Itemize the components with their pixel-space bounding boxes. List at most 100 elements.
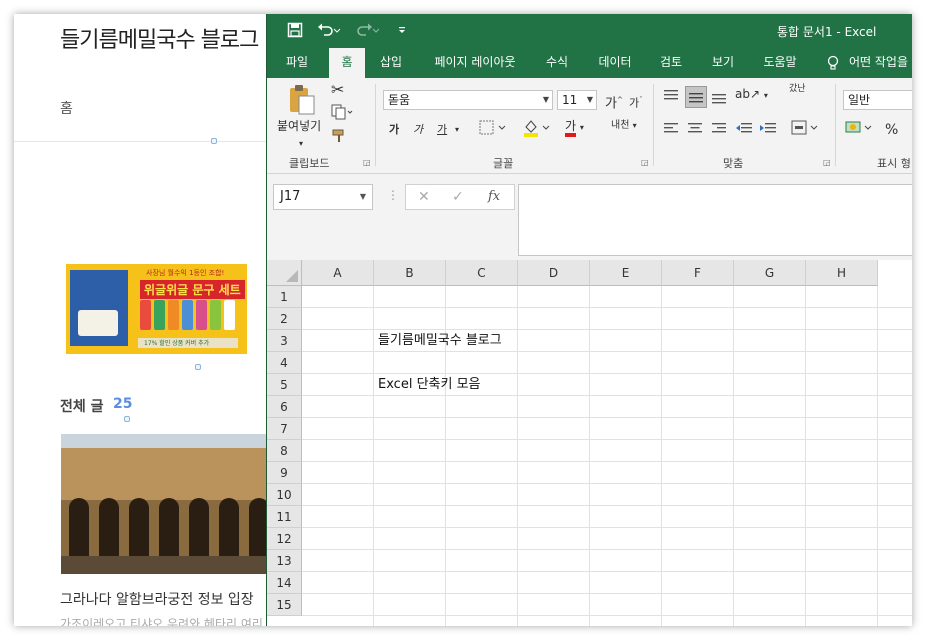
font-color-button[interactable]: 가 ▾ [565, 118, 584, 137]
tab-page-layout[interactable]: 페이지 레이아웃 [423, 48, 527, 78]
blog-home-link[interactable]: 홈 [60, 98, 73, 118]
window-title: 통합 문서1 - Excel [777, 25, 877, 39]
decrease-font-icon[interactable]: 가ˇ [629, 92, 643, 112]
font-name-combo[interactable]: 돋움 ▼ [383, 90, 553, 110]
row-header[interactable]: 8 [267, 440, 302, 462]
post-thumbnail[interactable] [61, 434, 274, 574]
column-header[interactable]: G [734, 260, 806, 286]
tab-help[interactable]: 도움말 [755, 48, 805, 78]
row-header[interactable]: 9 [267, 462, 302, 484]
name-box-value: J17 [280, 189, 301, 204]
row-header[interactable]: 5 [267, 374, 302, 396]
row-header[interactable]: 14 [267, 572, 302, 594]
cell-b3[interactable]: 들기름메밀국수 블로그 [378, 330, 502, 352]
orientation-icon[interactable]: ab↗ ▾ [735, 86, 768, 104]
format-painter-icon[interactable] [331, 128, 347, 149]
grid-row-line [302, 483, 912, 484]
row-header[interactable]: 3 [267, 330, 302, 352]
align-left-icon[interactable] [663, 122, 679, 141]
post-title[interactable]: 그라나다 알함브라궁전 정보 입장 [60, 589, 254, 609]
tab-insert[interactable]: 삽입 [371, 48, 411, 78]
formula-input[interactable] [518, 184, 912, 256]
customize-qat-icon[interactable] [397, 22, 407, 42]
row-header[interactable]: 12 [267, 528, 302, 550]
paste-dropdown-icon[interactable]: ▾ [299, 136, 303, 152]
tab-formulas[interactable]: 수식 [537, 48, 577, 78]
align-middle-button[interactable] [685, 86, 707, 108]
lightbulb-icon[interactable] [823, 48, 843, 78]
select-all-button[interactable] [267, 260, 302, 286]
row-header[interactable]: 4 [267, 352, 302, 374]
grid-row-line [302, 417, 912, 418]
tab-data[interactable]: 데이터 [591, 48, 639, 78]
align-top-icon[interactable] [663, 88, 679, 109]
currency-format-icon[interactable] [845, 120, 875, 141]
merge-center-icon[interactable] [791, 120, 821, 141]
banner-tagline: 사장님 월수익 1등인 조합! [146, 269, 225, 277]
column-header[interactable]: F [662, 260, 734, 286]
clipboard-launcher-icon[interactable]: ◲ [363, 158, 371, 167]
column-header[interactable]: B [374, 260, 446, 286]
row-header[interactable]: 10 [267, 484, 302, 506]
tab-file[interactable]: 파일 [275, 48, 319, 78]
blog-title[interactable]: 들기름메밀국수 블로그 [60, 22, 259, 54]
column-header[interactable]: C [446, 260, 518, 286]
cell-b5[interactable]: Excel 단축키 모음 [378, 374, 481, 396]
borders-icon[interactable] [479, 120, 509, 141]
increase-indent-icon[interactable] [759, 122, 777, 141]
column-header[interactable]: H [806, 260, 878, 286]
percent-button[interactable]: % [885, 122, 898, 138]
align-bottom-icon[interactable] [711, 88, 727, 109]
ad-banner[interactable]: 사장님 월수익 1등인 조합! 위글위글 문구 세트 17% 할인 상품 커버 … [66, 264, 247, 354]
row-header[interactable]: 1 [267, 286, 302, 308]
wrap-text-button[interactable]: 갔난 [789, 84, 806, 94]
alignment-launcher-icon[interactable]: ◲ [823, 158, 831, 167]
confirm-entry-icon[interactable]: ✓ [452, 189, 464, 205]
tab-review[interactable]: 검토 [651, 48, 691, 78]
row-header[interactable]: 15 [267, 594, 302, 616]
increase-font-icon[interactable]: 가^ [605, 92, 623, 112]
excel-window: 통합 문서1 - Excel 파일 홈 삽입 페이지 레이아웃 수식 데이터 검… [266, 14, 912, 626]
phonetic-button[interactable]: 내천 ▾ [611, 118, 637, 134]
tab-home[interactable]: 홈 [329, 48, 365, 78]
worksheet-grid[interactable]: A B C D E F G H 1 2 3 4 5 6 7 8 9 10 11 12 13 14 15 들기름메밀국수 블로그… [267, 260, 912, 626]
formula-bar-grip-icon[interactable]: ⋮ [387, 188, 399, 202]
bold-button[interactable]: 가 [389, 122, 399, 138]
undo-icon[interactable] [317, 22, 341, 42]
column-header[interactable]: E [590, 260, 662, 286]
insert-function-icon[interactable]: fx [488, 189, 500, 204]
decrease-indent-icon[interactable] [735, 122, 753, 141]
underline-button[interactable]: 가 [437, 122, 447, 138]
fill-color-icon[interactable] [523, 118, 553, 143]
tell-me-search[interactable]: 어떤 작업을 [849, 48, 912, 78]
paste-label[interactable]: 붙여넣기 [277, 118, 321, 134]
blog-page: 들기름메밀국수 블로그 홈 사장님 월수익 1등인 조합! 위글위글 문구 세트… [14, 14, 274, 626]
grid-row-line [302, 307, 912, 308]
banner-product-box [70, 270, 128, 346]
italic-button[interactable]: 가 [413, 122, 423, 138]
row-header[interactable]: 11 [267, 506, 302, 528]
redo-icon[interactable] [355, 22, 380, 42]
alignment-group-label: 맞춤 [723, 157, 744, 170]
font-launcher-icon[interactable]: ◲ [641, 158, 649, 167]
row-header[interactable]: 2 [267, 308, 302, 330]
align-right-icon[interactable] [711, 122, 727, 141]
paste-icon[interactable] [287, 84, 317, 117]
row-header[interactable]: 7 [267, 418, 302, 440]
save-icon[interactable] [287, 22, 303, 42]
row-header[interactable]: 13 [267, 550, 302, 572]
row-header[interactable]: 6 [267, 396, 302, 418]
column-header[interactable]: D [518, 260, 590, 286]
cancel-entry-icon[interactable]: ✕ [418, 189, 430, 205]
tab-view[interactable]: 보기 [703, 48, 743, 78]
banner-strip: 17% 할인 상품 커버 추가 [138, 338, 238, 348]
column-header[interactable]: A [302, 260, 374, 286]
number-format-combo[interactable]: 일반 [843, 90, 912, 110]
align-center-icon[interactable] [687, 122, 703, 141]
name-box[interactable]: J17 ▼ [273, 184, 373, 210]
chevron-down-icon: ▼ [359, 192, 366, 201]
font-size-combo[interactable]: 11 ▼ [557, 90, 597, 110]
copy-icon[interactable] [331, 104, 353, 125]
underline-dropdown-icon[interactable]: ▾ [455, 122, 459, 138]
cut-icon[interactable]: ✂ [331, 82, 344, 98]
